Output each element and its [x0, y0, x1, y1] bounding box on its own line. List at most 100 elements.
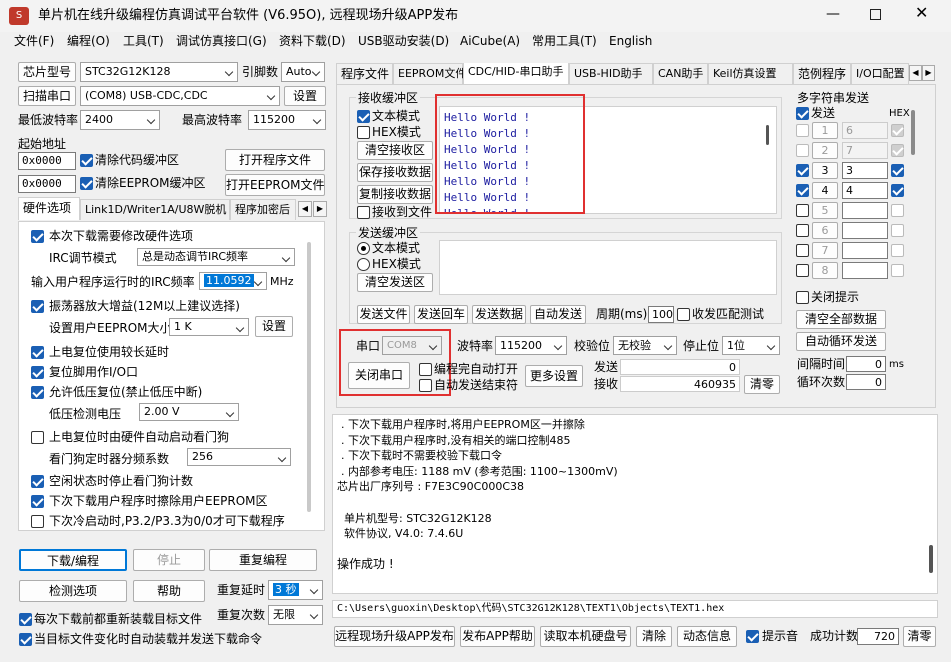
eeprom-size-set-button[interactable]: 设置: [255, 316, 293, 337]
copy-receive-button[interactable]: 复制接收数据: [357, 185, 433, 204]
clear-eeprom-checkbox[interactable]: [80, 177, 93, 190]
multi-send-scrollbar[interactable]: [911, 110, 915, 155]
multi-row-input[interactable]: [842, 262, 888, 279]
help-button[interactable]: 帮助: [133, 580, 205, 602]
auto-reload-checkbox[interactable]: [19, 633, 32, 646]
multi-row-hex-checkbox[interactable]: [891, 164, 904, 177]
dynamic-info-button[interactable]: 动态信息: [677, 626, 737, 647]
idle-stop-wdt-checkbox[interactable]: [31, 475, 44, 488]
min-baud-select[interactable]: 2400: [80, 110, 160, 130]
tab-io-config[interactable]: I/O口配置: [851, 63, 909, 84]
recv-to-file-checkbox[interactable]: [357, 206, 370, 219]
send-textarea[interactable]: [439, 240, 777, 295]
pins-select[interactable]: Auto: [281, 62, 325, 82]
multi-row-number-button[interactable]: 7: [812, 242, 838, 259]
clear-all-data-button[interactable]: 清空全部数据: [796, 310, 886, 329]
multi-row-send-checkbox[interactable]: [796, 204, 809, 217]
minimize-icon[interactable]: —: [826, 6, 840, 22]
send-data-button[interactable]: 发送数据: [472, 305, 526, 324]
maximize-icon[interactable]: [870, 9, 881, 20]
save-receive-button[interactable]: 保存接收数据: [357, 163, 433, 182]
port-select[interactable]: (COM8) USB-CDC,CDC: [80, 86, 280, 106]
start-address-input-1[interactable]: 0x0000: [18, 152, 76, 170]
multi-row-number-button[interactable]: 6: [812, 222, 838, 239]
auto-end-checkbox[interactable]: [419, 379, 432, 392]
send-enter-button[interactable]: 发送回车: [414, 305, 468, 324]
multi-row-hex-checkbox[interactable]: [891, 144, 904, 157]
close-tip-checkbox[interactable]: [796, 291, 809, 304]
download-program-button[interactable]: 下载/编程: [19, 549, 127, 571]
baud-select[interactable]: 115200: [495, 336, 567, 355]
multi-row-send-checkbox[interactable]: [796, 264, 809, 277]
read-disk-id-button[interactable]: 读取本机硬盘号: [540, 626, 631, 647]
auto-open-checkbox[interactable]: [419, 363, 432, 376]
check-options-button[interactable]: 检测选项: [19, 580, 127, 602]
auto-send-button[interactable]: 自动发送: [530, 305, 586, 324]
multi-row-input[interactable]: 7: [842, 142, 888, 159]
mcu-type-button[interactable]: 芯片型号: [18, 62, 76, 82]
receive-scrollbar[interactable]: [766, 125, 769, 145]
tab-usb-hid[interactable]: USB-HID助手: [569, 63, 653, 84]
port-settings-button[interactable]: 设置: [284, 86, 326, 106]
lvd-select[interactable]: 2.00 V: [139, 403, 239, 421]
tab-eeprom-file[interactable]: EEPROM文件: [393, 63, 466, 84]
osc-gain-checkbox[interactable]: [31, 300, 44, 313]
multi-row-send-checkbox[interactable]: [796, 144, 809, 157]
tab-link1d[interactable]: Link1D/Writer1A/U8W脱机: [80, 199, 230, 220]
stop-bits-select[interactable]: 1位: [722, 336, 780, 355]
erase-eeprom-checkbox[interactable]: [31, 495, 44, 508]
stop-button[interactable]: 停止: [133, 549, 205, 571]
menu-tools[interactable]: 工具(T): [123, 33, 164, 49]
max-baud-select[interactable]: 115200: [248, 110, 326, 130]
menu-download[interactable]: 资料下载(D): [279, 33, 346, 49]
open-program-button[interactable]: 打开程序文件: [225, 149, 325, 171]
irc-mode-select[interactable]: 总是动态调节IRC频率: [137, 248, 295, 266]
loops-input[interactable]: 0: [846, 374, 886, 390]
reload-before-download-checkbox[interactable]: [19, 613, 32, 626]
multi-row-hex-checkbox[interactable]: [891, 224, 904, 237]
scan-port-button[interactable]: 扫描串口: [18, 86, 76, 106]
tab-can[interactable]: CAN助手: [653, 63, 708, 84]
p32-p33-checkbox[interactable]: [31, 515, 44, 528]
log-scrollbar[interactable]: [929, 545, 933, 573]
menu-english[interactable]: English: [609, 33, 652, 49]
open-eeprom-button[interactable]: 打开EEPROM文件: [225, 174, 325, 196]
multi-row-send-checkbox[interactable]: [796, 224, 809, 237]
multi-row-input[interactable]: [842, 202, 888, 219]
multi-row-input[interactable]: [842, 242, 888, 259]
tab-keil[interactable]: Keil仿真设置: [708, 63, 793, 84]
parity-select[interactable]: 无校验: [613, 336, 677, 355]
multi-row-input[interactable]: 6: [842, 122, 888, 139]
repeat-count-select[interactable]: 无限: [268, 605, 323, 625]
irc-freq-select[interactable]: 11.0592: [199, 272, 267, 290]
menu-debug[interactable]: 调试仿真接口(G): [176, 33, 267, 49]
send-text-mode-radio[interactable]: [357, 242, 370, 255]
tab-scroll-right-icon[interactable]: ▶: [313, 201, 327, 217]
menu-file[interactable]: 文件(F): [14, 33, 54, 49]
multi-row-input[interactable]: [842, 222, 888, 239]
repeat-program-button[interactable]: 重复编程: [209, 549, 317, 571]
long-reset-delay-checkbox[interactable]: [31, 346, 44, 359]
multi-row-input[interactable]: 3: [842, 162, 888, 179]
wdt-select[interactable]: 256: [187, 448, 291, 466]
clear-code-checkbox[interactable]: [80, 154, 93, 167]
tab-program-file[interactable]: 程序文件: [336, 63, 393, 84]
multi-send-all-checkbox[interactable]: [796, 107, 809, 120]
clear-counters-button[interactable]: 清零: [744, 375, 780, 394]
clear-receive-button[interactable]: 清空接收区: [357, 141, 433, 160]
reset-pin-io-checkbox[interactable]: [31, 366, 44, 379]
tab-examples[interactable]: 范例程序: [793, 63, 851, 84]
low-voltage-reset-checkbox[interactable]: [31, 386, 44, 399]
multi-row-number-button[interactable]: 2: [812, 142, 838, 159]
clear-success-count-button[interactable]: 清零: [903, 626, 936, 647]
menu-program[interactable]: 编程(O): [67, 33, 110, 49]
auto-loop-send-button[interactable]: 自动循环发送: [796, 332, 886, 351]
send-file-button[interactable]: 发送文件: [357, 305, 410, 324]
repeat-delay-select[interactable]: 3 秒: [268, 580, 323, 600]
menu-common-tools[interactable]: 常用工具(T): [532, 33, 597, 49]
multi-row-number-button[interactable]: 8: [812, 262, 838, 279]
tab-serial-assistant[interactable]: CDC/HID-串口助手: [463, 63, 569, 84]
multi-row-number-button[interactable]: 5: [812, 202, 838, 219]
menu-usb-driver[interactable]: USB驱动安装(D): [358, 33, 449, 49]
send-hex-mode-radio[interactable]: [357, 258, 370, 271]
